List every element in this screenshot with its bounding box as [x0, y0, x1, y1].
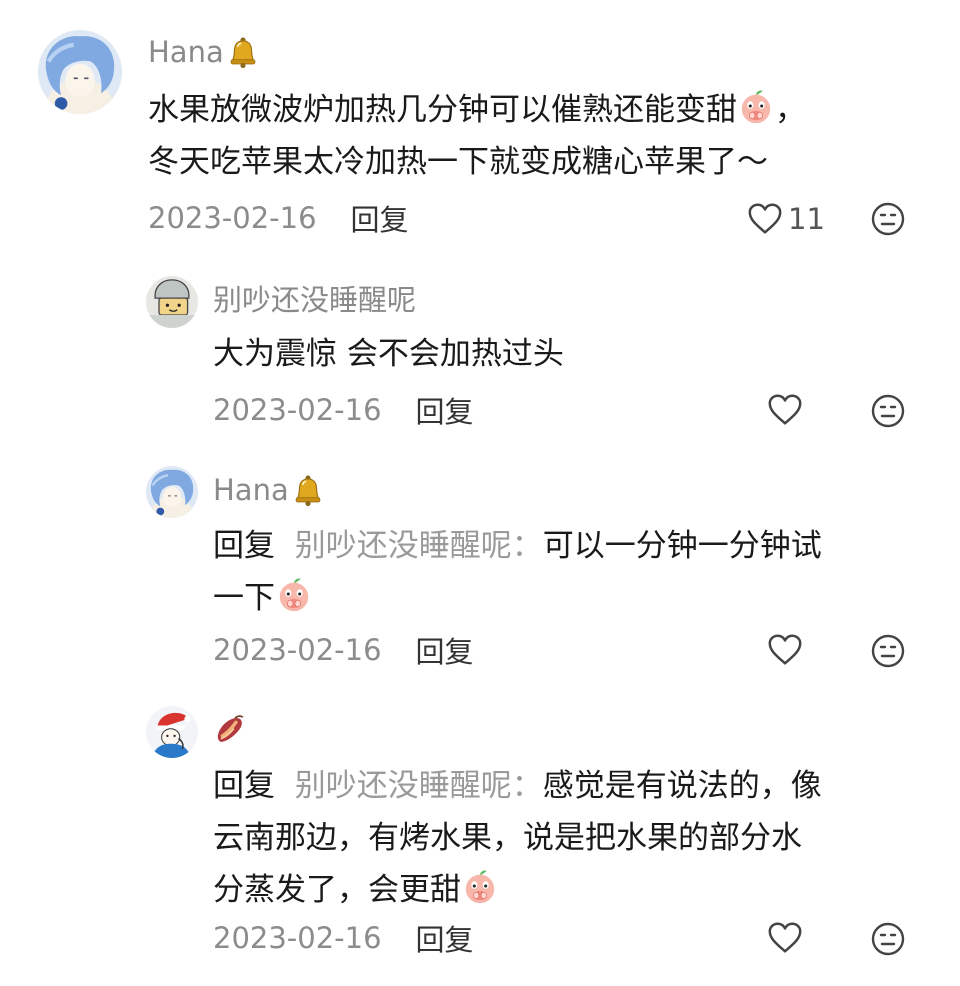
- comment-date: 2023-02-16: [213, 921, 382, 955]
- reply-button[interactable]: 回复: [416, 389, 474, 431]
- comment-username[interactable]: Hana: [213, 468, 325, 512]
- comment-text-line-1: 感觉是有说法的，像: [542, 768, 822, 804]
- bell-emoji: [226, 35, 260, 69]
- like-button[interactable]: [766, 631, 804, 669]
- comment-meta: 2023-02-16 回复: [213, 388, 474, 432]
- reply-target-username[interactable]: 别吵还没睡醒呢：: [295, 768, 543, 804]
- comment-date: 2023-02-16: [213, 393, 382, 427]
- peach-emoji: [461, 868, 499, 906]
- comment-text-line-3: 分蒸发了，会更甜: [213, 872, 461, 908]
- comment-text-line-1: 水果放微波炉加热几分钟可以催熟还能变甜: [148, 92, 737, 128]
- bell-emoji: [291, 473, 325, 507]
- emoji-face-icon: [868, 199, 908, 239]
- comment-text: 大为震惊 会不会加热过头: [213, 328, 564, 380]
- comment-date: 2023-02-16: [148, 201, 317, 235]
- comment-username[interactable]: [213, 708, 247, 752]
- comment-text-line-2: 云南那边，有烤水果，说是把水果的部分水: [213, 820, 802, 856]
- reply-button[interactable]: 回复: [351, 197, 409, 239]
- heart-outline-icon: [766, 919, 804, 957]
- comment-text: 回复 别吵还没睡醒呢：感觉是有说法的，像 云南那边，有烤水果，说是把水果的部分水…: [213, 760, 822, 916]
- comment-text-line-2: 冬天吃苹果太冷加热一下就变成糖心苹果了～: [148, 144, 768, 180]
- sweet-potato-emoji: [213, 713, 247, 747]
- heart-outline-icon: [746, 200, 784, 238]
- reply-prefix: 回复: [213, 768, 275, 804]
- emoji-reaction-button[interactable]: [868, 391, 908, 431]
- reply-target-username[interactable]: 别吵还没睡醒呢：: [295, 528, 543, 564]
- emoji-face-icon: [868, 919, 908, 959]
- comment-meta: 2023-02-16 回复: [148, 196, 409, 240]
- comment-text: 水果放微波炉加热几分钟可以催熟还能变甜 ， 冬天吃苹果太冷加热一下就变成糖心苹果了…: [148, 84, 806, 188]
- username-text[interactable]: Hana: [213, 473, 289, 507]
- heart-outline-icon: [766, 631, 804, 669]
- username-text[interactable]: Hana: [148, 35, 224, 69]
- emoji-reaction-button[interactable]: [868, 199, 908, 239]
- avatar[interactable]: [38, 30, 122, 114]
- reply-button[interactable]: 回复: [416, 917, 474, 959]
- comment-text-line-2: 一下: [213, 580, 275, 616]
- like-button[interactable]: 11: [746, 199, 825, 239]
- comment-date: 2023-02-16: [213, 633, 382, 667]
- like-button[interactable]: [766, 391, 804, 429]
- like-button[interactable]: [766, 919, 804, 957]
- emoji-reaction-button[interactable]: [868, 631, 908, 671]
- reply-prefix: 回复: [213, 528, 275, 564]
- peach-emoji: [275, 576, 313, 614]
- avatar[interactable]: [146, 276, 198, 328]
- emoji-reaction-button[interactable]: [868, 919, 908, 959]
- heart-outline-icon: [766, 391, 804, 429]
- reply-button[interactable]: 回复: [416, 629, 474, 671]
- comment-text-line-1: 大为震惊 会不会加热过头: [213, 336, 564, 372]
- emoji-face-icon: [868, 631, 908, 671]
- comment-username[interactable]: Hana: [148, 30, 260, 74]
- comment-meta: 2023-02-16 回复: [213, 916, 474, 960]
- avatar[interactable]: [146, 706, 198, 758]
- avatar[interactable]: [146, 466, 198, 518]
- comment-text-comma: ，: [775, 92, 806, 128]
- comment-meta: 2023-02-16 回复: [213, 628, 474, 672]
- peach-emoji: [737, 88, 775, 126]
- comment-text: 回复 别吵还没睡醒呢：可以一分钟一分钟试 一下: [213, 520, 822, 624]
- like-count: 11: [788, 202, 825, 236]
- emoji-face-icon: [868, 391, 908, 431]
- comment-username[interactable]: 别吵还没睡醒呢: [213, 276, 416, 320]
- comment-text-line-1: 可以一分钟一分钟试: [542, 528, 822, 564]
